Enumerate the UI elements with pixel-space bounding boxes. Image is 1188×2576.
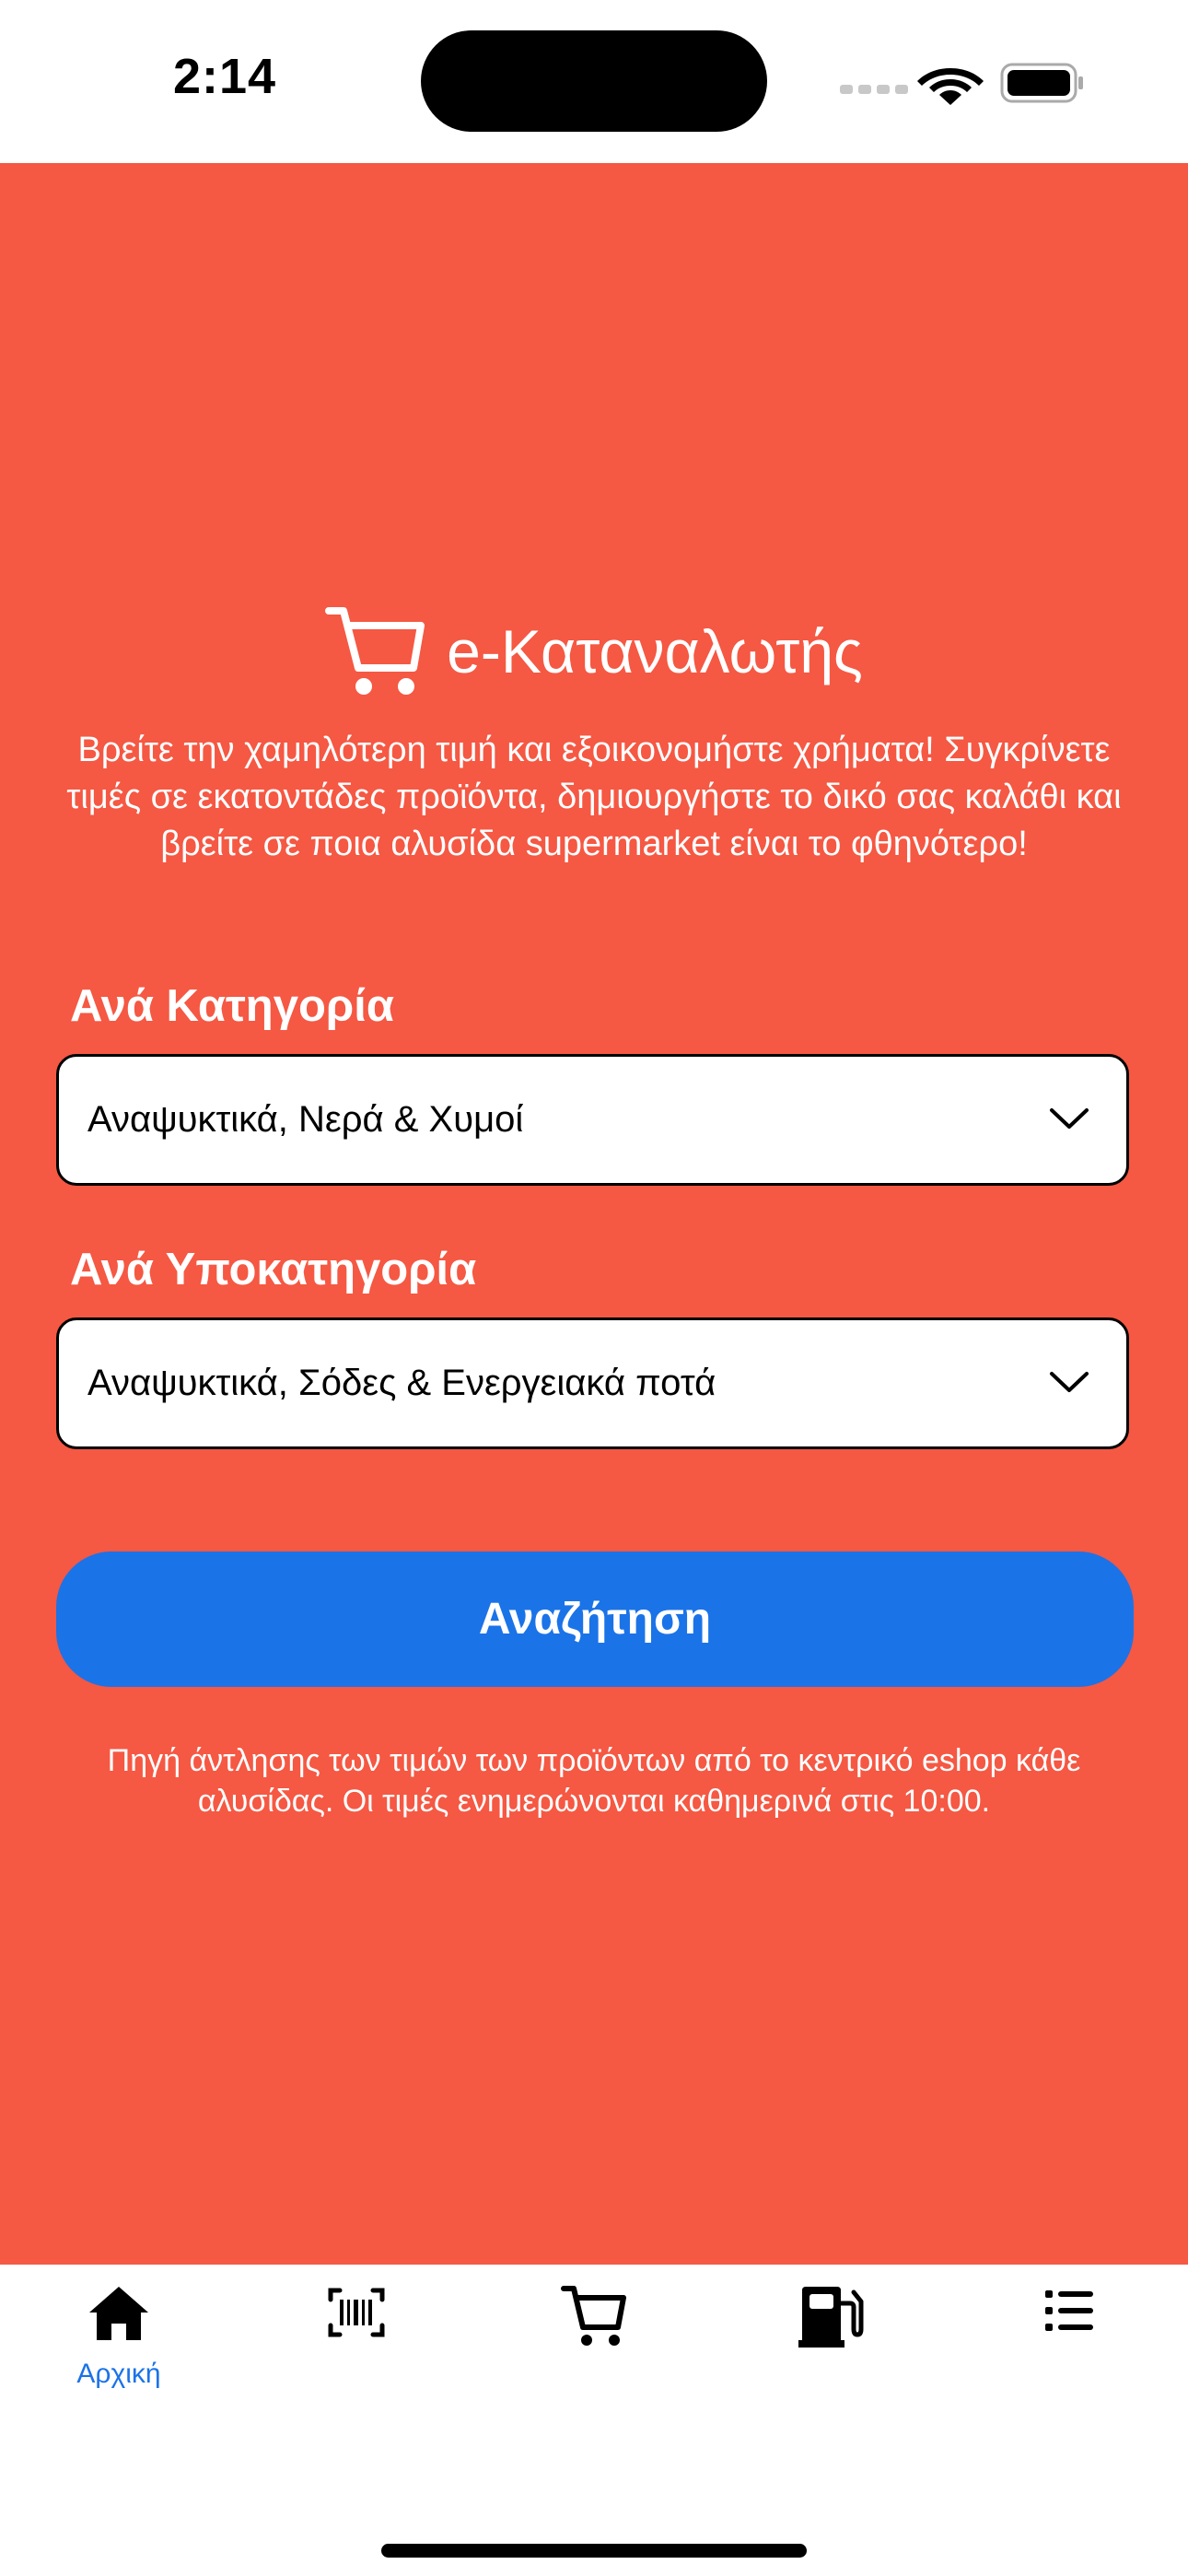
home-indicator[interactable]	[381, 2544, 807, 2558]
list-icon	[1045, 2290, 1093, 2331]
app-brand: e-Καταναλωτής	[0, 601, 1188, 702]
battery-icon	[1000, 63, 1083, 103]
cart-icon	[325, 607, 425, 695]
tab-home[interactable]: Αρχική	[0, 2283, 238, 2421]
category-select[interactable]: Αναψυκτικά, Νερά & Χυμοί	[56, 1054, 1129, 1186]
wifi-icon	[917, 68, 984, 105]
tab-list[interactable]	[950, 2283, 1188, 2421]
main-content: e-Καταναλωτής Βρείτε την χαμηλότερη τιμή…	[0, 163, 1188, 2265]
tab-bar: Αρχική	[0, 2265, 1188, 2576]
tab-home-label: Αρχική	[76, 2359, 161, 2389]
status-time: 2:14	[173, 49, 277, 104]
signal-icon	[840, 85, 908, 94]
cart-icon	[561, 2286, 626, 2346]
barcode-icon	[328, 2288, 385, 2337]
intro-text: Βρείτε την χαμηλότερη τιμή και εξοικονομ…	[66, 731, 1122, 863]
subcategory-select-value: Αναψυκτικά, Σόδες & Ενεργειακά ποτά	[87, 1363, 716, 1403]
fuel-pump-icon	[798, 2287, 864, 2348]
source-note: Πηγή άντλησης των τιμών των προϊόντων απ…	[107, 1743, 1081, 1819]
home-icon	[89, 2287, 148, 2340]
tab-cart[interactable]	[475, 2283, 713, 2421]
subcategory-label: Ανά Υποκατηγορία	[70, 1245, 477, 1294]
search-button[interactable]: Αναζήτηση	[56, 1551, 1134, 1687]
tab-fuel[interactable]	[713, 2283, 950, 2421]
category-label: Ανά Κατηγορία	[70, 981, 394, 1031]
tab-barcode[interactable]	[238, 2283, 475, 2421]
subcategory-select[interactable]: Αναψυκτικά, Σόδες & Ενεργειακά ποτά	[56, 1317, 1129, 1449]
dynamic-island	[421, 30, 767, 132]
status-bar: 2:14	[0, 0, 1188, 163]
app-title: e-Καταναλωτής	[447, 617, 863, 685]
category-select-value: Αναψυκτικά, Νερά & Χυμοί	[87, 1099, 524, 1140]
chevron-down-icon	[1050, 1372, 1089, 1392]
status-icons	[840, 63, 1083, 105]
chevron-down-icon	[1050, 1108, 1089, 1129]
